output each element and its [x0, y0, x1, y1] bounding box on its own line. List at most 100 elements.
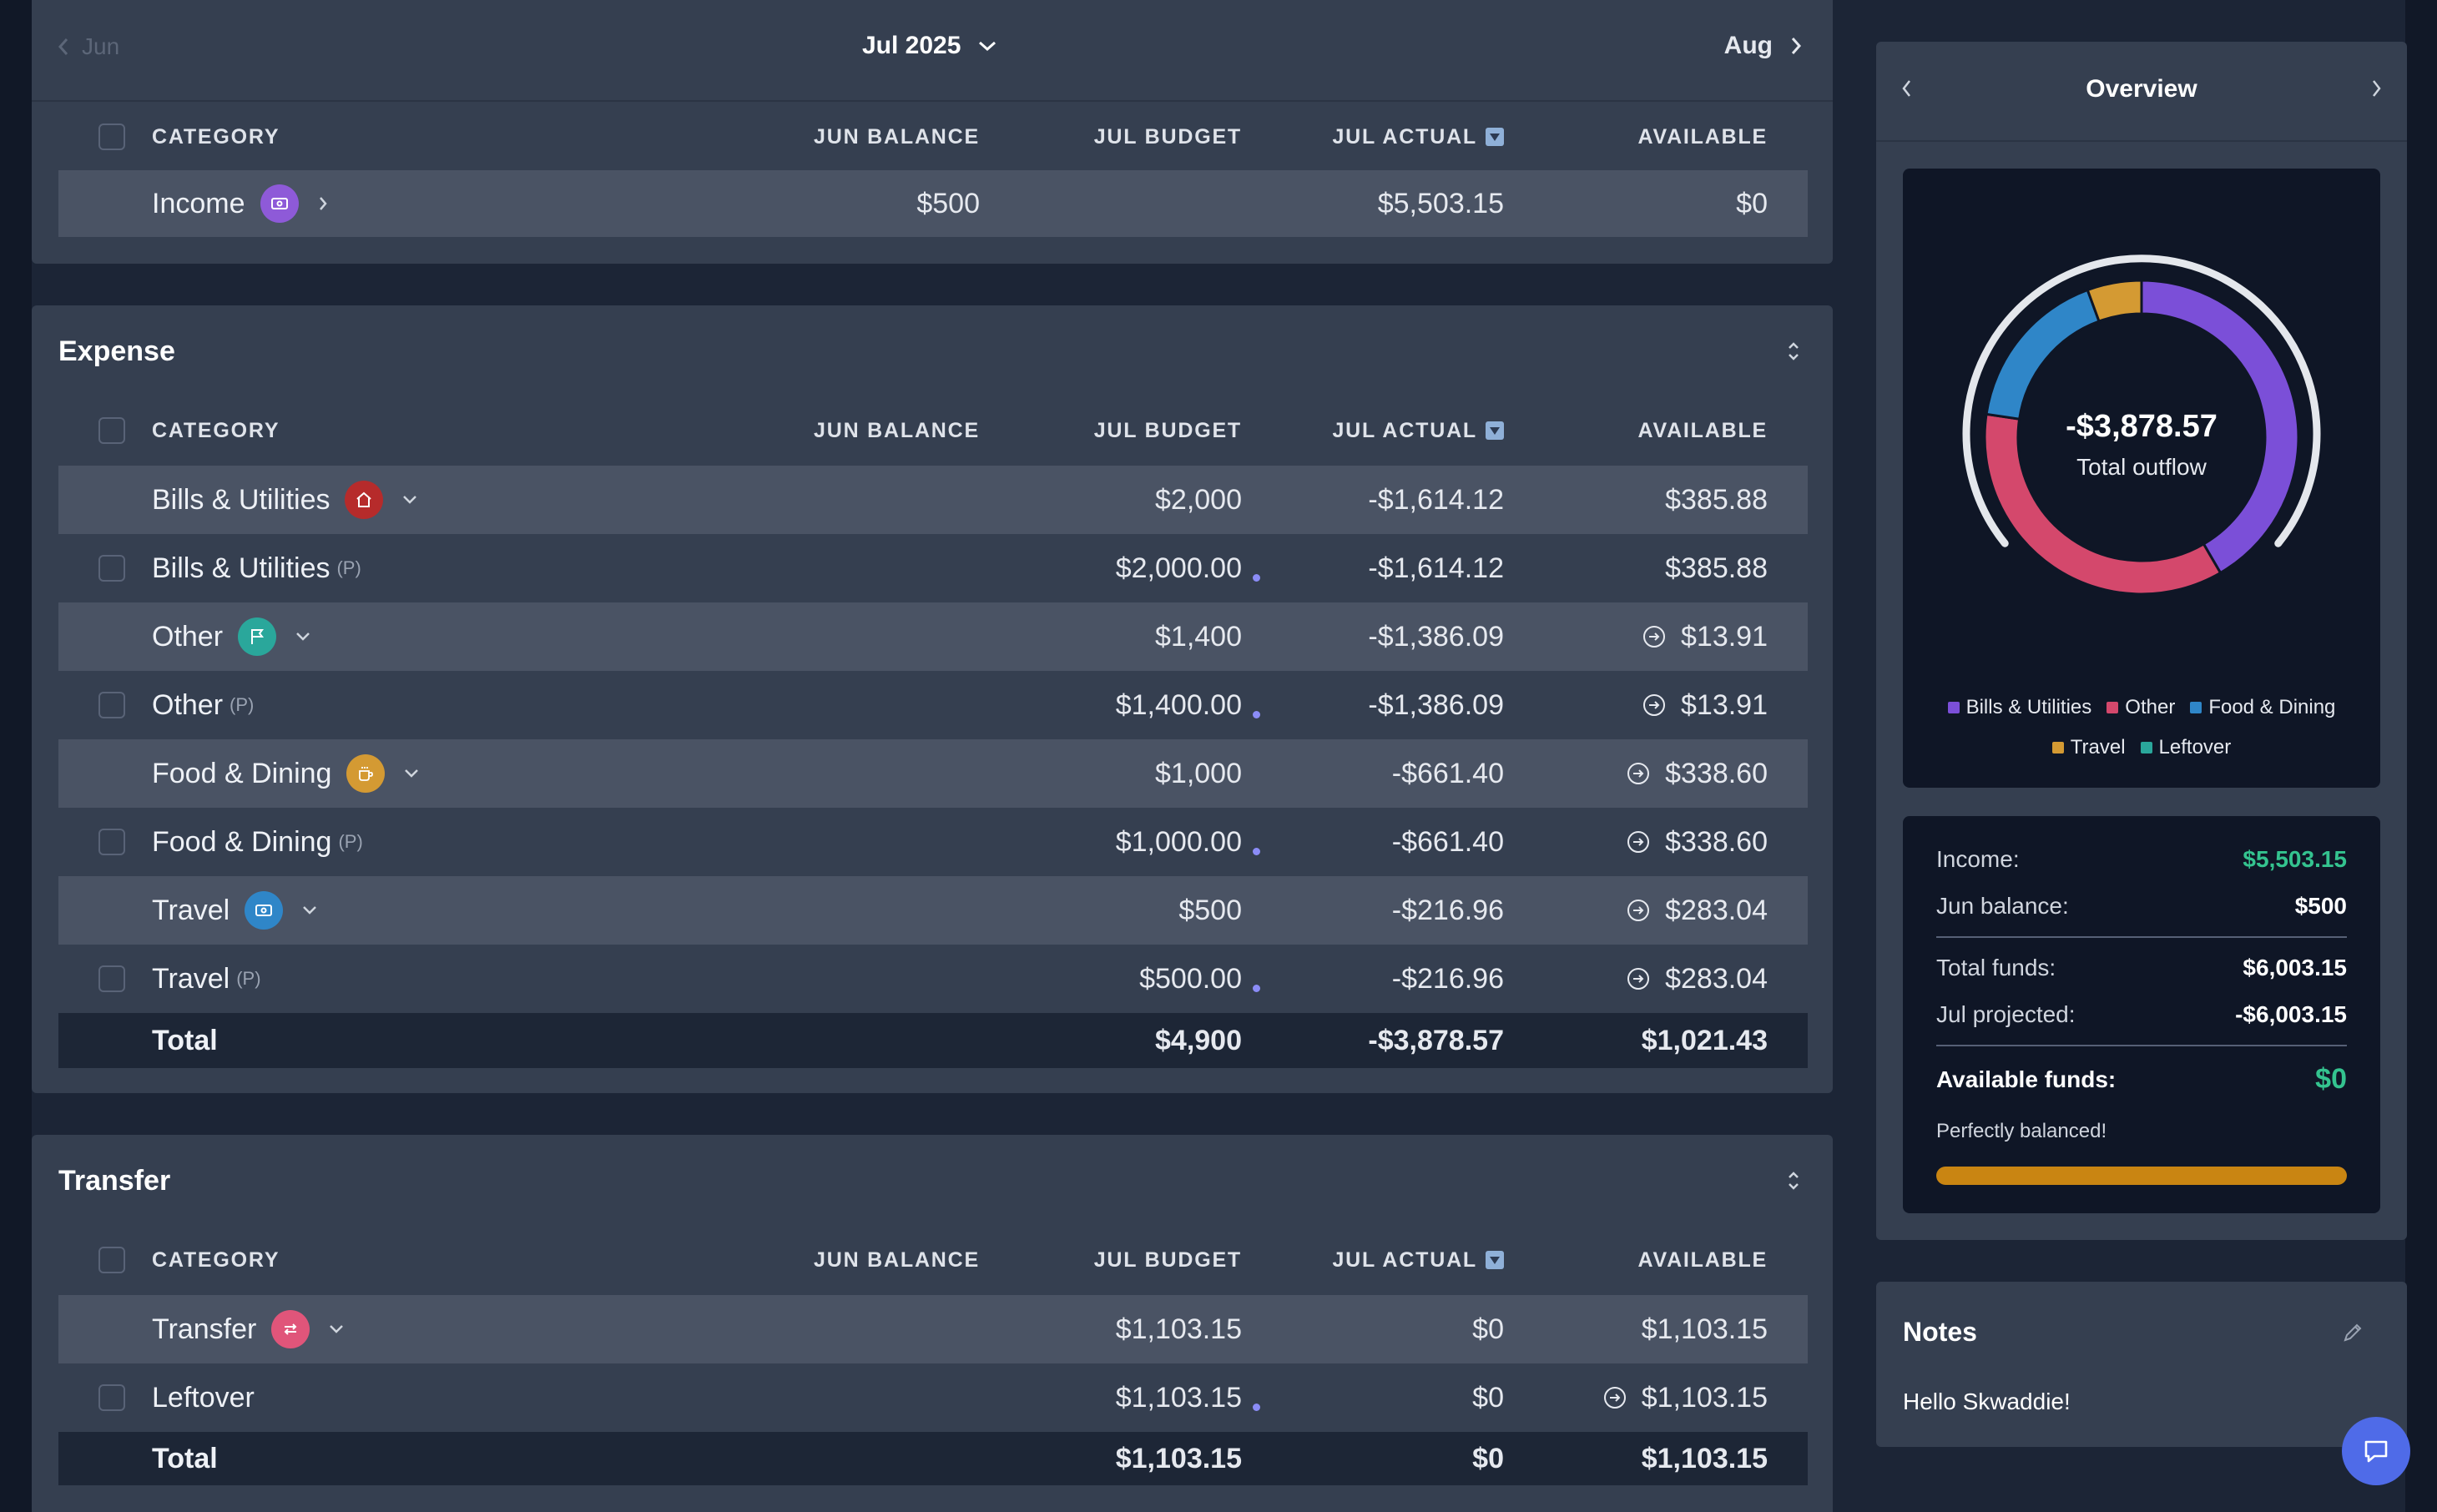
available-funds-label: Available funds:: [1936, 1066, 2117, 1092]
chat-button[interactable]: [2342, 1417, 2410, 1485]
money-icon: [260, 184, 299, 223]
actual-value: -$1,614.12: [1368, 552, 1504, 584]
category-row[interactable]: Food & Dining (P) $1,000.00 -$661.40 $338…: [58, 808, 1808, 876]
actual-value: $0: [1472, 1313, 1504, 1345]
category-row[interactable]: Leftover $1,103.15 $0 $1,103.15: [58, 1363, 1808, 1432]
edit-pencil-icon[interactable]: [2340, 1320, 2365, 1345]
status-dot: [1253, 710, 1260, 718]
col-jun-balance: JUN BALANCE: [814, 124, 980, 149]
legend-swatch: [2051, 742, 2064, 753]
category-group-row[interactable]: Food & Dining $1,000 -$661.40 $338.60: [58, 739, 1808, 808]
total-budget: $4,900: [1155, 1024, 1242, 1056]
current-month-label: Jul 2025: [862, 32, 961, 59]
prev-month-button[interactable]: Jun: [57, 33, 119, 60]
chart-legend: Bills & Utilities Other Food & Dining: [1903, 696, 2380, 719]
budget-value: $2,000: [1155, 483, 1242, 516]
row-checkbox[interactable]: [98, 829, 125, 855]
category-name: Bills & Utilities: [152, 483, 330, 516]
home-icon: [345, 481, 384, 519]
category-name: Other: [152, 620, 224, 653]
select-all-checkbox[interactable]: [98, 417, 125, 444]
available-value[interactable]: $338.60: [1627, 808, 1768, 876]
collapse-icon[interactable]: [1786, 1170, 1801, 1192]
budget-value[interactable]: $500.00: [1139, 945, 1260, 1013]
jun-balance-value: $500: [2294, 893, 2347, 919]
col-jul-actual[interactable]: JUL ACTUAL: [1332, 404, 1504, 457]
category-name: Bills & Utilities: [152, 552, 330, 584]
chevron-down-icon[interactable]: [328, 1323, 345, 1335]
planned-tag: (P): [236, 968, 261, 989]
category-row[interactable]: Bills & Utilities (P) $2,000.00 -$1,614.1…: [58, 534, 1808, 602]
jul-projected-value: -$6,003.15: [2235, 1001, 2347, 1027]
chevron-right-icon: [1791, 38, 1802, 54]
budget-value[interactable]: $1,000.00: [1116, 808, 1260, 876]
month-selector[interactable]: Jul 2025: [862, 32, 997, 60]
select-all-checkbox[interactable]: [98, 1247, 125, 1273]
chevron-right-icon[interactable]: [317, 195, 329, 212]
select-all-checkbox[interactable]: [98, 123, 125, 150]
income-row[interactable]: Income $500 $5,503.15 $0: [58, 170, 1808, 237]
arrow-right-circle-icon: [1627, 831, 1650, 853]
available-value[interactable]: $338.60: [1627, 739, 1768, 808]
available-value[interactable]: $13.91: [1642, 671, 1768, 739]
available-value: $385.88: [1665, 483, 1768, 516]
window-frame-left: [0, 0, 32, 1512]
col-jul-actual[interactable]: JUL ACTUAL: [1332, 110, 1504, 164]
budget-value[interactable]: $1,103.15: [1116, 1363, 1260, 1432]
available-value[interactable]: $13.91: [1642, 602, 1768, 671]
available-value[interactable]: $283.04: [1627, 876, 1768, 945]
category-group-row[interactable]: Travel $500 -$216.96 $283.04: [58, 876, 1808, 945]
total-funds-value: $6,003.15: [2243, 955, 2347, 980]
jul-projected-label: Jul projected:: [1936, 1001, 2076, 1027]
income-available: $0: [1736, 187, 1768, 219]
category-name: Food & Dining: [152, 825, 332, 858]
available-value[interactable]: $283.04: [1627, 945, 1768, 1013]
chevron-down-icon[interactable]: [295, 631, 311, 643]
available-value[interactable]: $1,103.15: [1603, 1363, 1768, 1432]
category-row[interactable]: Other (P) $1,400.00 -$1,386.09 $13.91: [58, 671, 1808, 739]
notes-text[interactable]: Hello Skwaddie!: [1903, 1389, 2071, 1415]
chevron-down-icon[interactable]: [301, 905, 318, 916]
chevron-down-icon[interactable]: [401, 494, 418, 506]
overview-header: Overview: [1876, 42, 2407, 142]
status-dot: [1253, 984, 1260, 992]
category-group-row[interactable]: Bills & Utilities $2,000 -$1,614.12 $385…: [58, 466, 1808, 534]
budget-value[interactable]: $2,000.00: [1116, 534, 1260, 602]
balance-progress-bar: [1936, 1167, 2347, 1185]
chevron-down-icon: [979, 41, 996, 52]
total-budget: $1,103.15: [1115, 1442, 1242, 1474]
category-row[interactable]: Travel (P) $500.00 -$216.96 $283.04: [58, 945, 1808, 1013]
col-jun-balance: JUN BALANCE: [814, 418, 980, 442]
category-name: Leftover: [152, 1381, 255, 1414]
outflow-chart-card: -$3,878.57 Total outflow Bills & Utiliti…: [1903, 169, 2380, 788]
collapse-icon[interactable]: [1786, 340, 1801, 362]
donut-segment-food-dining[interactable]: [1985, 288, 2101, 421]
budget-value[interactable]: $1,400.00: [1116, 671, 1260, 739]
actual-value: $0: [1472, 1381, 1504, 1414]
row-checkbox[interactable]: [98, 965, 125, 992]
available-funds-value: $0: [2315, 1063, 2347, 1095]
chevron-left-icon: [58, 38, 68, 55]
jun-balance-row: Jun balance: $500: [1936, 893, 2347, 920]
chevron-down-icon[interactable]: [403, 768, 420, 779]
actual-value: -$1,386.09: [1368, 620, 1504, 653]
chevron-right-icon[interactable]: [2370, 78, 2382, 98]
sort-icon: [1486, 421, 1504, 440]
row-checkbox[interactable]: [98, 555, 125, 582]
prev-month-label: Jun: [82, 33, 120, 59]
next-month-button[interactable]: Aug: [1724, 32, 1803, 60]
budget-value: $1,103.15: [1115, 1313, 1242, 1345]
total-available: $1,103.15: [1641, 1442, 1768, 1474]
category-group-row[interactable]: Other $1,400 -$1,386.09 $13.91: [58, 602, 1808, 671]
arrow-right-circle-icon: [1603, 1387, 1626, 1409]
row-checkbox[interactable]: [98, 1384, 125, 1411]
total-funds-label: Total funds:: [1936, 955, 2056, 980]
col-jul-actual[interactable]: JUL ACTUAL: [1332, 1233, 1504, 1287]
category-name: Food & Dining: [152, 757, 332, 789]
category-group-row[interactable]: Transfer $1,103.15 $0 $1,103.15: [58, 1295, 1808, 1363]
available-value: $385.88: [1665, 552, 1768, 584]
donut-segment-travel[interactable]: [2086, 279, 2143, 323]
legend-item: Bills & Utilities: [1947, 696, 2091, 719]
budget-value: $1,000: [1155, 757, 1242, 789]
row-checkbox[interactable]: [98, 692, 125, 718]
